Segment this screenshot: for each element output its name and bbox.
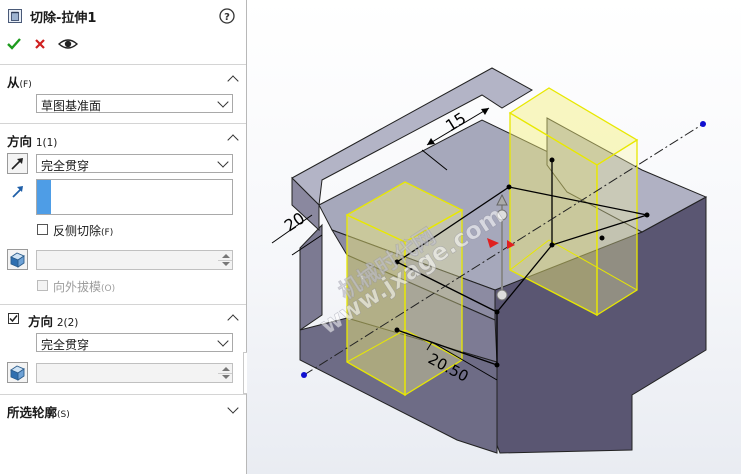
from-section-header[interactable]: 从(F) <box>7 72 32 91</box>
chevron-up-icon[interactable] <box>227 134 239 146</box>
chevron-down-icon <box>217 96 229 108</box>
draft2-angle-input[interactable] <box>36 363 233 383</box>
draft-outward-label: 向外拔模(O) <box>53 280 116 294</box>
direction2-title: 方向 <box>28 314 54 329</box>
flip-side-checkbox[interactable] <box>37 224 48 235</box>
from-select[interactable]: 草图基准面 <box>36 94 233 113</box>
direction1-end-condition-value: 完全贯穿 <box>41 159 90 173</box>
direction1-end-condition-select[interactable]: 完全贯穿 <box>36 154 233 173</box>
selected-contours-section-header[interactable]: 所选轮廓(S) <box>7 402 70 421</box>
divider <box>0 64 246 65</box>
draft-outward-checkbox[interactable] <box>37 280 48 291</box>
selection-active-marker <box>37 180 51 214</box>
direction2-section-header[interactable]: 方向 2(2) <box>28 311 78 330</box>
chevron-down-icon <box>217 156 229 168</box>
direction-selection-box[interactable] <box>36 179 233 215</box>
checkmark-icon <box>9 315 18 323</box>
reverse-direction-icon <box>11 158 23 170</box>
divider <box>0 394 246 395</box>
draft2-button[interactable] <box>7 362 28 383</box>
part-model: 15 20 20.50 机械时代网 www.jxage.com <box>271 67 708 454</box>
draft-icon <box>10 365 25 381</box>
cut-extrude-icon <box>8 9 22 23</box>
spin-up-icon[interactable] <box>222 254 230 258</box>
help-icon[interactable]: ? <box>219 8 235 24</box>
from-title: 从 <box>7 75 20 90</box>
direction1-title: 方向 <box>7 134 33 149</box>
page-title: 切除-拉伸1 <box>30 11 97 26</box>
chevron-down-icon[interactable] <box>227 402 239 414</box>
direction-vector-icon <box>12 186 23 198</box>
draft-button[interactable] <box>7 249 28 270</box>
direction2-end-condition-value: 完全贯穿 <box>41 338 90 352</box>
spin-down-icon[interactable] <box>222 375 230 379</box>
chevron-down-icon <box>217 335 229 347</box>
checkmark-icon[interactable] <box>6 36 22 52</box>
draft-icon <box>10 252 25 268</box>
direction1-section-header[interactable]: 方向 1(1) <box>7 131 57 150</box>
svg-text:?: ? <box>224 12 230 23</box>
direction2-checkbox[interactable] <box>8 313 19 324</box>
direction2-end-condition-select[interactable]: 完全贯穿 <box>36 333 233 352</box>
divider <box>0 123 246 124</box>
direction2-title-suffix: 2(2) <box>56 317 79 329</box>
spin-down-icon[interactable] <box>222 262 230 266</box>
close-icon[interactable] <box>33 37 47 51</box>
reverse-direction-button[interactable] <box>7 153 28 174</box>
from-hotkey: (F) <box>19 80 32 90</box>
chevron-up-icon[interactable] <box>227 75 239 87</box>
draft-angle-input[interactable] <box>36 250 233 270</box>
flip-side-label: 反侧切除(F) <box>53 224 114 238</box>
selected-contours-hotkey: (S) <box>57 410 70 420</box>
spin-up-icon[interactable] <box>222 367 230 371</box>
from-select-value: 草图基准面 <box>41 99 102 113</box>
eye-icon[interactable] <box>58 36 78 52</box>
selected-contours-title: 所选轮廓 <box>7 405 58 420</box>
graphics-viewport[interactable]: 15 20 20.50 机械时代网 www.jxage.com <box>247 0 741 474</box>
property-manager-panel: 切除-拉伸1 ? 从(F) 草图基准面 方向 1(1) 完全贯穿 反侧切除(F)… <box>0 0 246 474</box>
divider <box>0 304 246 305</box>
direction1-title-suffix: 1(1) <box>35 137 58 149</box>
chevron-up-icon[interactable] <box>227 314 239 326</box>
